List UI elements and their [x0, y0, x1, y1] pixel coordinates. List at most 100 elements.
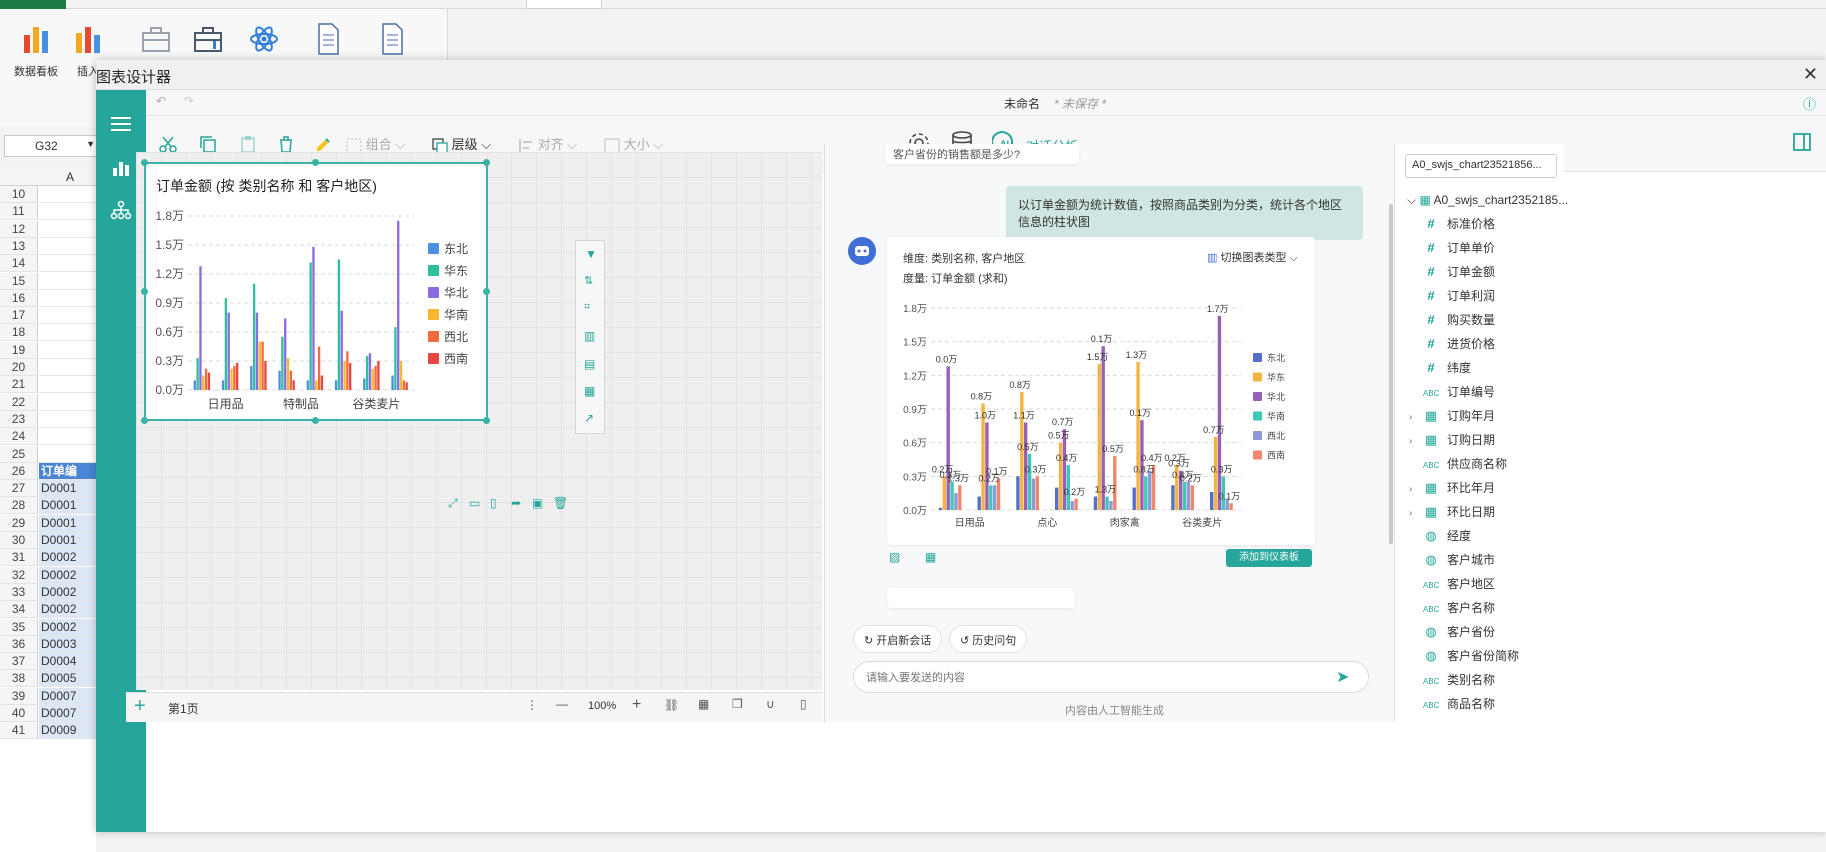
cell[interactable]: D0002 [39, 566, 96, 584]
cell[interactable] [39, 238, 96, 255]
table-icon[interactable]: ▤ [584, 357, 595, 371]
dataset-root[interactable]: ⌵ ▦ A0_swjs_chart2352185... [1407, 188, 1568, 212]
cell[interactable]: D0005 [39, 670, 96, 688]
row-header[interactable]: 24 [0, 428, 38, 446]
row-header[interactable]: 38 [0, 670, 38, 688]
field-item[interactable]: ◍ 客户省份简称 [1409, 644, 1519, 668]
cell[interactable] [39, 255, 96, 273]
cell[interactable] [39, 359, 96, 376]
row-header[interactable]: 35 [0, 618, 38, 636]
cell[interactable] [39, 221, 96, 238]
cell[interactable]: 订单编 [39, 462, 96, 480]
cell[interactable] [39, 411, 96, 428]
chart-type-icon[interactable]: ▥ [584, 329, 595, 343]
chevron-right-icon[interactable]: › [1409, 430, 1423, 454]
chat-input[interactable] [866, 668, 1306, 688]
field-item[interactable]: # 购买数量 [1409, 308, 1495, 332]
menu-icon[interactable] [109, 114, 133, 134]
resize-handle[interactable] [141, 288, 148, 295]
row-header[interactable]: 27 [0, 480, 38, 498]
row-header[interactable]: 30 [0, 532, 38, 549]
dialog-titlebar[interactable]: 图表设计器 ✕ [96, 60, 1826, 90]
cell[interactable]: D0001 [39, 497, 96, 515]
table-icon[interactable]: ▦ [925, 550, 936, 564]
undo-icon[interactable]: ↶ [156, 94, 166, 108]
resize-handle[interactable] [483, 417, 490, 424]
resize-handle[interactable] [312, 159, 319, 166]
cell[interactable] [39, 376, 96, 394]
export-icon[interactable]: ▯ [490, 496, 497, 510]
cell[interactable]: D0002 [39, 583, 96, 601]
page-tab[interactable]: 第1页 [168, 700, 199, 717]
chart-icon[interactable] [111, 158, 131, 178]
zoom-in-icon[interactable]: + [632, 696, 641, 714]
add-page-icon[interactable]: + [134, 695, 146, 718]
format-painter-icon[interactable] [314, 134, 334, 154]
snap-icon[interactable]: ❐ [732, 697, 743, 711]
row-header[interactable]: 32 [0, 566, 38, 584]
comment-icon[interactable]: ▭ [469, 496, 480, 510]
field-item[interactable]: # 订单单价 [1409, 236, 1495, 260]
size-menu[interactable]: 大小 ⌵ [604, 134, 663, 154]
close-icon[interactable]: ✕ [1803, 64, 1818, 85]
cell[interactable]: D0007 [39, 705, 96, 722]
switch-chart-type[interactable]: ▥ 切换图表类型 ⌵ [1207, 249, 1298, 265]
cell[interactable]: D0001 [39, 532, 96, 549]
field-item[interactable]: ABC 商品名称 [1409, 692, 1495, 716]
save-icon[interactable]: ▣ [532, 496, 543, 510]
magnet-icon[interactable]: ∪ [766, 697, 775, 711]
row-header[interactable]: 14 [0, 255, 38, 273]
resize-handle[interactable] [483, 288, 490, 295]
resize-handle[interactable] [483, 159, 490, 166]
chat-scrollbar[interactable] [1389, 204, 1393, 544]
field-item[interactable]: # 纬度 [1409, 356, 1471, 380]
field-item[interactable]: # 订单金额 [1409, 260, 1495, 284]
cell[interactable] [39, 342, 96, 359]
trend-icon[interactable]: ↗ [584, 411, 594, 425]
chevron-right-icon[interactable]: › [1409, 478, 1423, 502]
history-button[interactable]: ↺ 历史问句 [949, 625, 1028, 653]
cell[interactable]: D0001 [39, 480, 96, 498]
row-header[interactable]: 11 [0, 203, 38, 221]
expand-icon[interactable]: ⤢ [448, 496, 458, 511]
layer-menu[interactable]: 层级 ⌵ [432, 134, 491, 154]
row-header[interactable]: 16 [0, 289, 38, 307]
cell[interactable]: D0002 [39, 618, 96, 636]
column-header-a[interactable]: A [66, 170, 74, 184]
row-header[interactable]: 34 [0, 601, 38, 619]
zoom-out-icon[interactable]: — [556, 697, 568, 711]
dataset-select[interactable]: A0_swjs_chart23521856... [1405, 154, 1557, 178]
cell[interactable] [39, 394, 96, 411]
cell[interactable] [39, 428, 96, 446]
filter-icon[interactable]: ▼ [585, 247, 597, 261]
cell[interactable]: D0003 [39, 635, 96, 653]
field-item[interactable]: # 标准价格 [1409, 212, 1495, 236]
image-icon[interactable]: ▨ [889, 550, 900, 564]
group-menu[interactable]: 组合 ⌵ [346, 134, 405, 154]
more-icon[interactable]: ⋮ [526, 698, 538, 712]
row-header[interactable]: 31 [0, 549, 38, 567]
row-header[interactable]: 36 [0, 635, 38, 653]
row-header[interactable]: 13 [0, 237, 38, 255]
toolbox-button-1[interactable] [128, 21, 184, 63]
analysis-tab[interactable] [526, 0, 602, 9]
trash-icon[interactable]: 🗑 [553, 496, 568, 510]
grid-icon[interactable]: ▦ [698, 697, 709, 711]
field-item[interactable]: ◍ 客户城市 [1409, 548, 1495, 572]
field-item[interactable]: ABC 类别名称 [1409, 668, 1495, 692]
link-icon[interactable]: ⛓ [664, 698, 679, 712]
row-header[interactable]: 39 [0, 687, 38, 705]
share-icon[interactable]: ➦ [511, 496, 521, 510]
chevron-right-icon[interactable]: › [1409, 406, 1423, 430]
chevron-right-icon[interactable]: › [1409, 502, 1423, 526]
cell[interactable] [39, 290, 96, 307]
dashboard-button[interactable]: 数据看板 [8, 21, 64, 79]
cell[interactable] [39, 324, 96, 342]
field-item[interactable]: ABC 客户名称 [1409, 596, 1495, 620]
delete-icon[interactable] [276, 134, 296, 154]
name-box[interactable]: G32 ▼ [4, 135, 100, 157]
cell[interactable] [39, 203, 96, 221]
row-header[interactable]: 18 [0, 324, 38, 342]
row-header[interactable]: 22 [0, 393, 38, 411]
row-header[interactable]: 15 [0, 272, 38, 290]
